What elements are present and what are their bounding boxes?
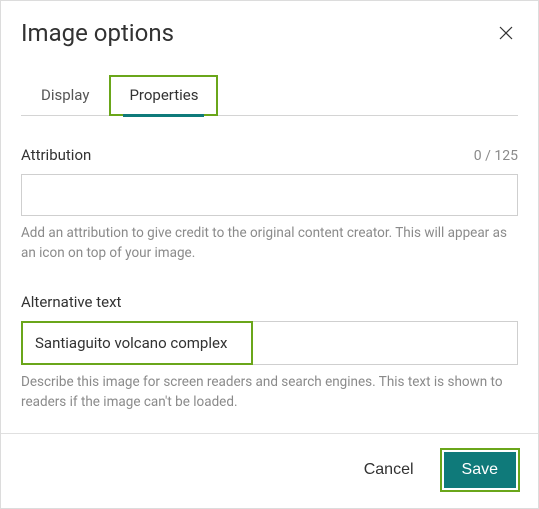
image-options-dialog: Image options Display Properties Attribu…: [0, 0, 539, 509]
attribution-label: Attribution: [21, 146, 91, 164]
attribution-help: Add an attribution to give credit to the…: [21, 224, 518, 263]
dialog-footer: Cancel Save: [1, 433, 538, 508]
save-button[interactable]: Save: [444, 452, 516, 488]
attribution-input[interactable]: [21, 174, 518, 216]
attribution-char-count: 0 / 125: [474, 148, 518, 164]
alt-text-input[interactable]: [23, 323, 251, 363]
alt-text-label: Alternative text: [21, 293, 121, 311]
tab-properties[interactable]: Properties: [109, 75, 218, 116]
attribution-field: Attribution 0 / 125 Add an attribution t…: [21, 146, 518, 263]
close-button[interactable]: [494, 21, 518, 45]
alt-text-input-extension[interactable]: [253, 321, 518, 365]
close-icon: [498, 25, 514, 41]
tabs: Display Properties: [21, 75, 518, 116]
dialog-title: Image options: [21, 19, 174, 47]
cancel-button[interactable]: Cancel: [358, 453, 420, 487]
alternative-text-field: Alternative text Describe this image for…: [21, 293, 518, 412]
alt-text-help: Describe this image for screen readers a…: [21, 373, 518, 412]
tab-display[interactable]: Display: [21, 75, 109, 116]
